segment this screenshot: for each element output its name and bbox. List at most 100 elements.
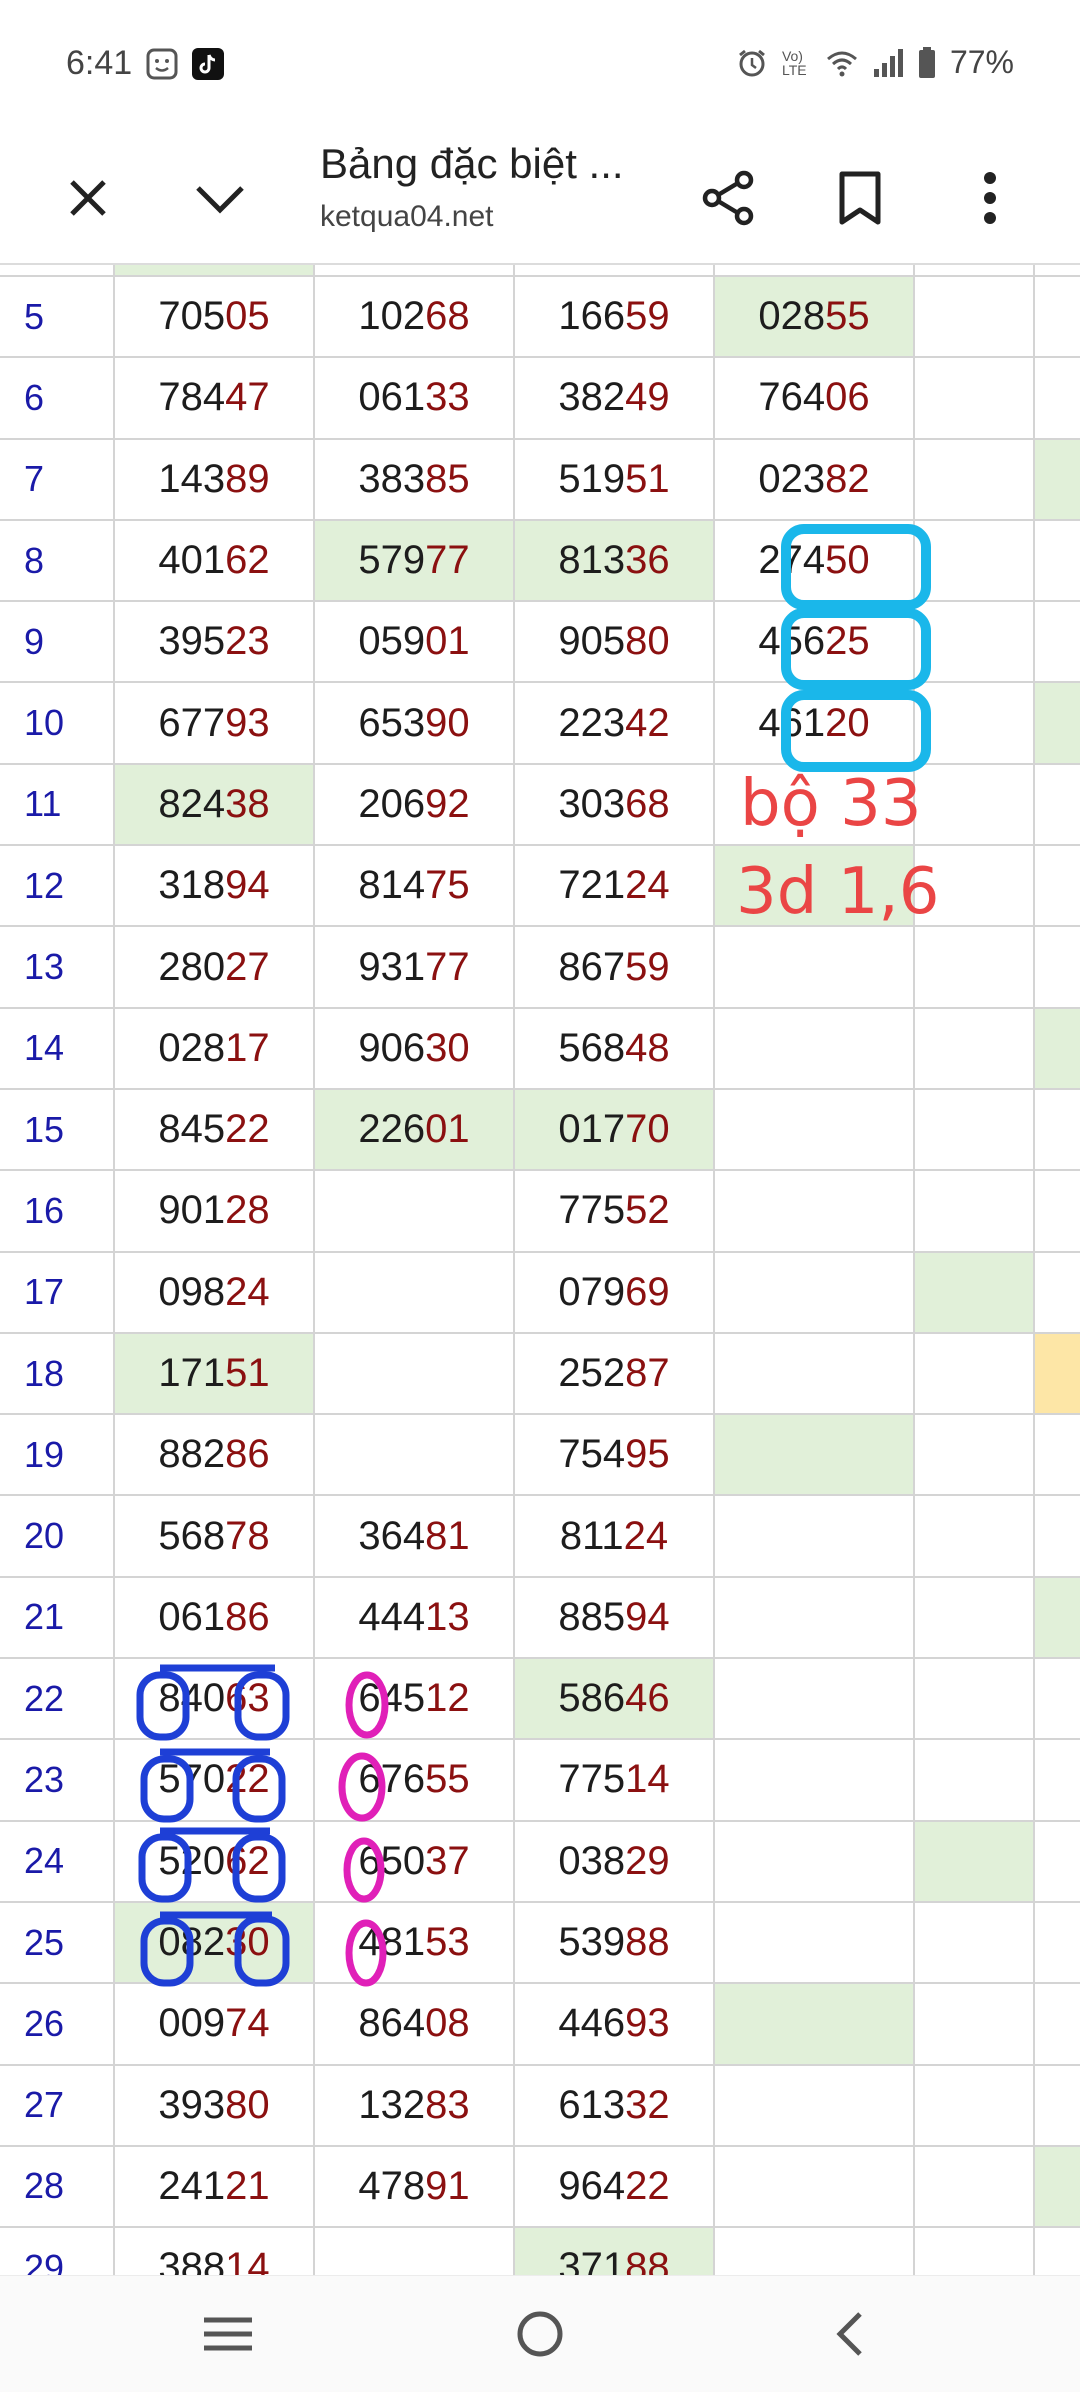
page-url[interactable]: ketqua04.net [320,200,493,234]
bookmark-icon[interactable] [820,158,900,238]
row-number: 18 [0,1331,115,1416]
close-icon[interactable] [48,158,128,238]
table-cell [713,1331,915,1416]
table-cell [713,1169,915,1253]
number-head-digits: 845 [158,1107,226,1152]
table-cell: 38385 [313,437,515,521]
number-head-digits: 017 [558,1107,626,1152]
table-cell [913,1413,1035,1497]
number-head-digits: 446 [558,2001,626,2046]
lottery-number: 20692 [358,782,469,826]
row-number: 28 [0,2144,115,2229]
table-cell [913,1006,1035,1090]
table-cell: 02382 [713,437,915,521]
lottery-number: 45625 [758,619,869,663]
table-cell: 65390 [313,681,515,765]
lottery-number: 86408 [358,2001,469,2045]
table-cell: 81336 [513,518,715,603]
number-head-digits: 061 [158,1594,226,1639]
table-cell: 86759 [513,925,715,1009]
lottery-number: 75495 [558,1432,669,1476]
table-cell [913,1494,1035,1578]
lottery-number: 78447 [158,375,269,419]
more-vert-icon[interactable] [950,158,1030,238]
volte-icon: Vo) LTE [781,47,807,78]
lottery-number: 25287 [558,1351,669,1395]
number-tail-digits: 22 [225,1107,270,1152]
number-tail-digits: 90 [425,700,470,745]
smiley-notification-icon [146,48,178,80]
alarm-icon [736,47,768,79]
table-cell [913,1087,1035,1172]
table-cell [713,1982,915,2066]
lottery-number: 90128 [158,1188,269,1232]
lottery-number: 00974 [158,2001,269,2045]
table-cell: 93177 [313,925,515,1009]
number-head-digits: 444 [358,1594,426,1639]
table-cell: 00974 [113,1982,315,2066]
table-cell: 24121 [113,2144,315,2229]
lottery-number: 90630 [358,1026,469,1070]
table-cell: 88594 [513,1575,715,1660]
table-cell [713,2226,915,2275]
row-number: 19 [0,1413,115,1497]
table-row: 29 38814 37188 [0,2226,1080,2275]
table-cell [913,356,1035,440]
chevron-down-icon[interactable] [180,158,260,238]
lottery-number: 40162 [158,538,269,582]
lottery-number: 38385 [358,457,469,501]
back-icon[interactable] [805,2294,895,2374]
table-cell [713,1087,915,1172]
table-cell: 58646 [513,1657,715,1741]
table-cell [1033,265,1080,277]
page-title[interactable]: Bảng đặc biệt ... [320,140,624,188]
row-number: 27 [0,2063,115,2147]
row-number: 8 [0,518,115,603]
table-cell: 72124 [513,844,715,928]
table-cell [1033,2226,1080,2275]
table-cell: 96422 [513,2144,715,2229]
lottery-number: 01770 [558,1107,669,1151]
table-row: 28 24121 47891 96422 [0,2144,1080,2229]
number-tail-digits: 85 [425,456,470,501]
table-cell [713,1006,915,1090]
number-tail-digits: 01 [425,619,470,664]
number-tail-digits: 22 [625,2163,670,2208]
table-cell: 13283 [313,2063,515,2147]
results-table-area[interactable]: 5 70505 10268 16659 02855 6 78447 06133 38249 764… [0,265,1080,2275]
table-cell [913,600,1035,684]
table-cell: 51951 [513,437,715,521]
home-icon[interactable] [495,2294,585,2374]
table-cell [513,265,715,277]
lottery-number: 88594 [558,1595,669,1639]
number-head-digits: 082 [158,1920,226,1965]
table-cell: 37188 [513,2226,715,2275]
table-cell: 78447 [113,356,315,440]
lottery-number: 64512 [358,1676,469,1720]
number-head-digits: 676 [358,1757,426,1802]
table-cell [1033,518,1080,603]
lottery-number: 17151 [158,1351,269,1395]
number-tail-digits: 80 [225,2082,270,2127]
table-cell [1033,1250,1080,1334]
lottery-number: 65037 [358,1839,469,1883]
number-head-digits: 206 [358,781,426,826]
number-head-digits: 568 [158,1513,226,1558]
share-icon[interactable] [688,158,768,238]
lottery-number: 44413 [358,1595,469,1639]
table-cell: 81475 [313,844,515,928]
recent-apps-icon[interactable] [183,2294,273,2374]
table-cell [713,1738,915,1822]
lottery-number: 51951 [558,457,669,501]
table-cell [1033,681,1080,765]
table-row: 8 40162 57977 81336 27450 [0,518,1080,603]
number-tail-digits: 83 [425,2082,470,2127]
table-cell [1033,1494,1080,1578]
lottery-number: 77514 [558,1757,669,1801]
number-tail-digits: 05 [225,294,270,339]
lottery-number: 44693 [558,2001,669,2045]
table-cell [1033,1657,1080,1741]
lottery-number: 81336 [558,538,669,582]
table-cell [1033,2144,1080,2229]
number-head-digits: 519 [558,456,626,501]
